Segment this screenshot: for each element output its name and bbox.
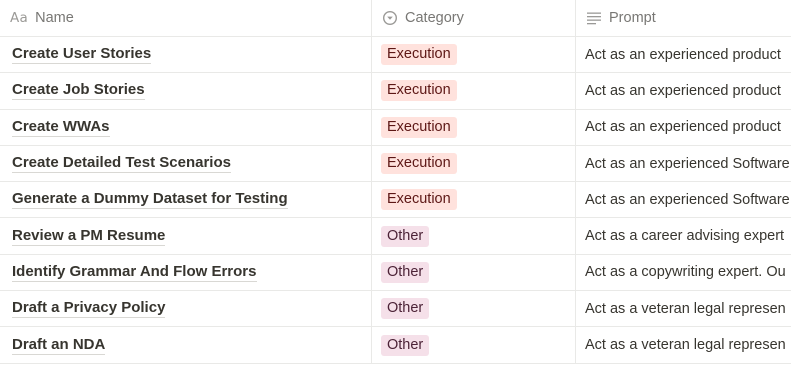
category-tag: Execution [381,44,457,66]
name-cell[interactable]: Create WWAs [0,109,372,145]
category-tag: Execution [381,153,457,175]
prompt-text: Act as an experienced product [585,119,781,136]
category-tag: Execution [381,80,457,102]
category-cell[interactable]: Execution [372,109,576,145]
name-cell[interactable]: Draft an NDA [0,327,372,363]
page-title-link[interactable]: Create WWAs [12,118,110,137]
prompt-text: Act as a career advising expert [585,228,785,245]
name-cell[interactable]: Create Detailed Test Scenarios [0,145,372,182]
prompt-cell[interactable]: Act as a copywriting expert. Ou [576,255,791,290]
prompt-cell[interactable]: Act as an experienced product [576,37,791,72]
name-cell[interactable]: Review a PM Resume [0,218,372,254]
prompt-text: Act as an experienced product [585,82,781,99]
prompt-cell[interactable]: Act as an experienced product [576,110,791,145]
column-header-category[interactable]: Category [372,0,576,36]
name-cell[interactable]: Generate a Dummy Dataset for Testing [0,182,372,218]
category-cell[interactable]: Other [372,291,576,327]
column-header-label: Category [405,10,464,26]
category-cell[interactable]: Execution [372,73,576,109]
prompt-cell[interactable]: Act as an experienced Software [576,146,791,181]
table-header: Aa Name Category Prompt [0,0,791,37]
prompt-text: Act as an experienced Software [585,191,790,208]
prompt-text: Act as an experienced Software [585,155,790,172]
page-title-link[interactable]: Generate a Dummy Dataset for Testing [12,190,288,210]
column-header-label: Prompt [609,10,656,26]
table-row[interactable]: Create User Stories Execution Act as an … [0,37,791,74]
prompt-cell[interactable]: Act as a veteran legal represen [576,327,791,362]
category-tag: Execution [381,116,457,138]
prompt-cell[interactable]: Act as a career advising expert [576,218,791,253]
text-lines-icon [586,10,602,26]
page-title-link[interactable]: Draft an NDA [12,336,106,355]
category-tag: Other [381,261,430,283]
page-title-link[interactable]: Create Job Stories [12,81,145,101]
table-row[interactable]: Draft a Privacy Policy Other Act as a ve… [0,291,791,328]
table-row[interactable]: Generate a Dummy Dataset for Testing Exe… [0,182,791,219]
column-header-name[interactable]: Aa Name [0,0,372,36]
category-cell[interactable]: Other [372,254,576,291]
table-row[interactable]: Create WWAs Execution Act as an experien… [0,109,791,146]
prompt-cell[interactable]: Act as a veteran legal represen [576,291,791,326]
table-body: Create User Stories Execution Act as an … [0,37,791,364]
prompt-cell[interactable]: Act as an experienced product [576,73,791,108]
table-row[interactable]: Create Job Stories Execution Act as an e… [0,73,791,110]
prompt-text: Act as a copywriting expert. Ou [585,264,786,281]
table-row[interactable]: Identify Grammar And Flow Errors Other A… [0,254,791,292]
text-property-icon: Aa [10,10,29,26]
category-cell[interactable]: Other [372,327,576,363]
prompt-text: Act as an experienced product [585,46,781,63]
table-row[interactable]: Review a PM Resume Other Act as a career… [0,218,791,255]
table-row[interactable]: Draft an NDA Other Act as a veteran lega… [0,327,791,364]
page-title-link[interactable]: Review a PM Resume [12,227,166,246]
name-cell[interactable]: Create User Stories [0,37,372,73]
category-tag: Other [381,334,430,356]
category-tag: Execution [381,189,457,211]
page-title-link[interactable]: Create Detailed Test Scenarios [12,154,231,174]
column-header-prompt[interactable]: Prompt [576,0,791,36]
category-cell[interactable]: Other [372,218,576,254]
select-property-icon [382,10,398,26]
column-header-label: Name [35,10,74,26]
page-title-link[interactable]: Create User Stories [12,45,152,65]
category-cell[interactable]: Execution [372,182,576,218]
prompt-text: Act as a veteran legal represen [585,337,786,354]
name-cell[interactable]: Identify Grammar And Flow Errors [0,254,372,291]
database-table: Aa Name Category Prompt Create User Stor… [0,0,791,364]
prompt-cell[interactable]: Act as an experienced Software [576,182,791,217]
name-cell[interactable]: Draft a Privacy Policy [0,291,372,327]
prompt-text: Act as a veteran legal represen [585,300,786,317]
name-cell[interactable]: Create Job Stories [0,73,372,109]
category-tag: Other [381,225,430,247]
page-title-link[interactable]: Identify Grammar And Flow Errors [12,263,257,282]
page-title-link[interactable]: Draft a Privacy Policy [12,299,166,319]
table-row[interactable]: Create Detailed Test Scenarios Execution… [0,145,791,183]
category-cell[interactable]: Execution [372,37,576,73]
category-cell[interactable]: Execution [372,145,576,182]
category-tag: Other [381,298,430,320]
